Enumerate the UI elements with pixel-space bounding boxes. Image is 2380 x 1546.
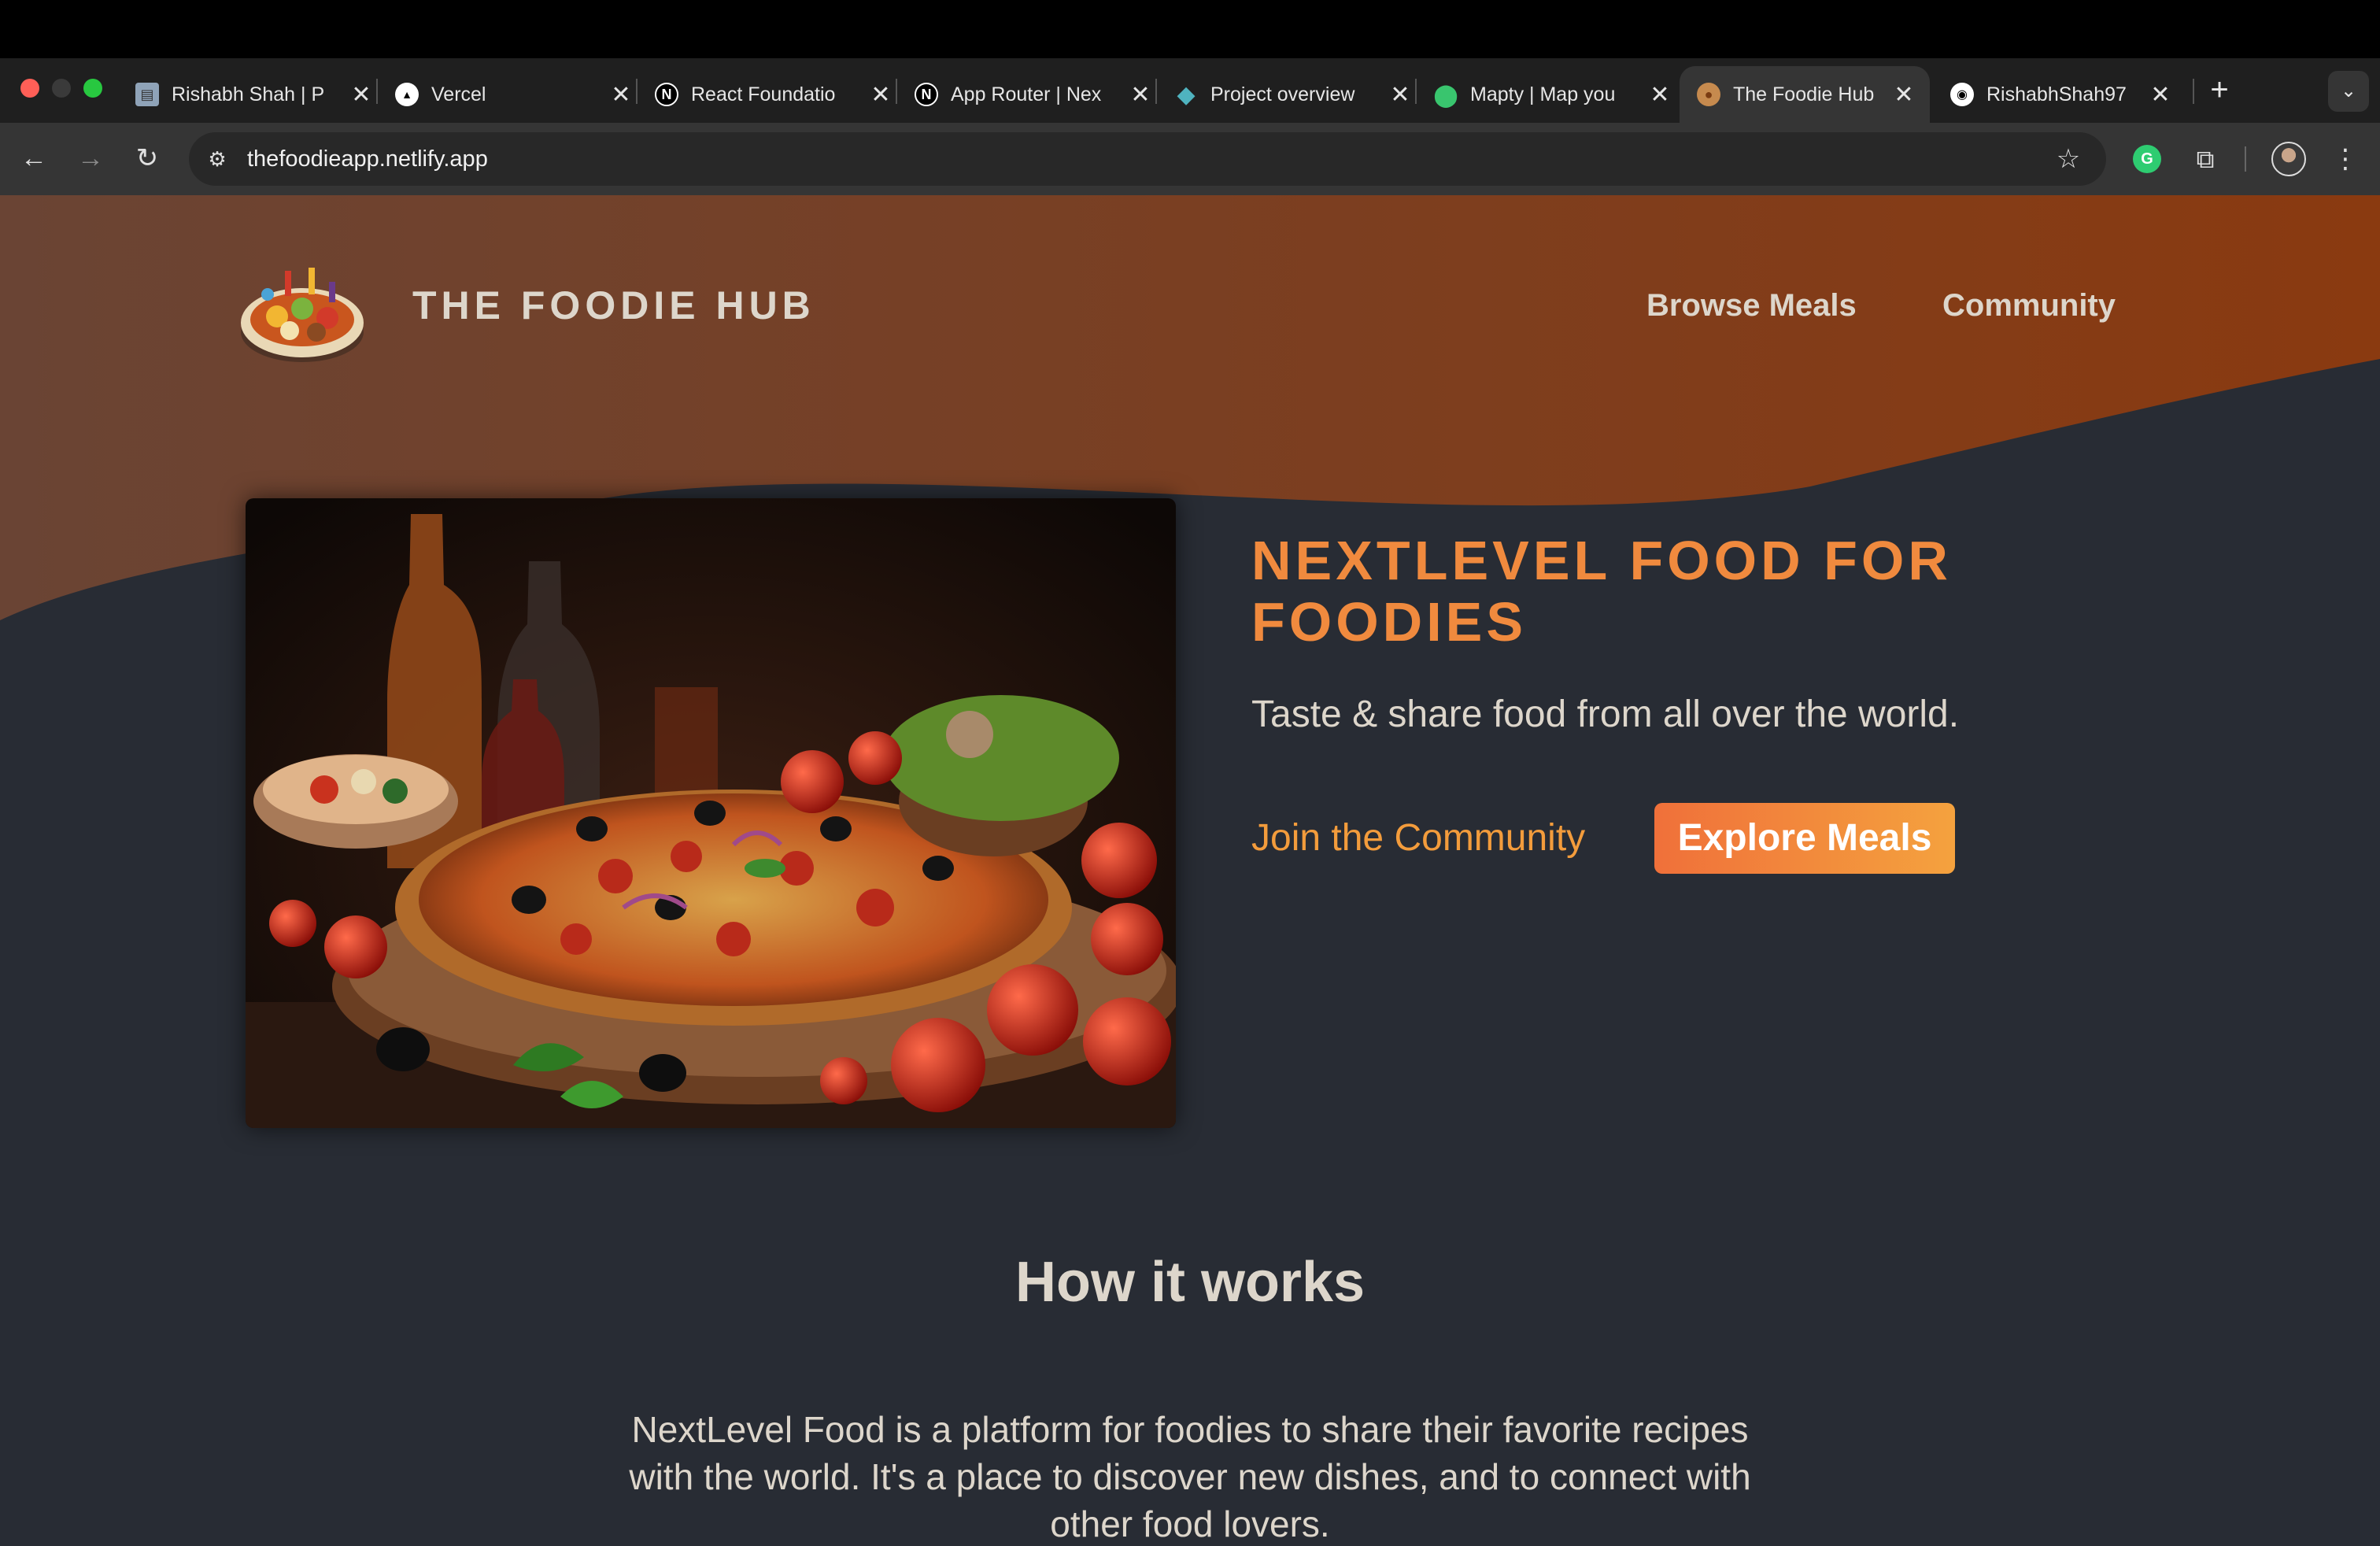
tab-app-router[interactable]: N App Router | Nex ✕ [915, 66, 1166, 123]
nextjs-icon: N [915, 83, 938, 106]
tab-separator [1155, 79, 1157, 104]
new-tab-button[interactable]: + [2204, 74, 2235, 105]
zoom-window-button[interactable] [83, 79, 102, 98]
close-tab-icon[interactable]: ✕ [609, 81, 633, 109]
close-tab-icon[interactable]: ✕ [1648, 81, 1672, 109]
tab-separator [1415, 79, 1417, 104]
tab-react-foundation[interactable]: N React Foundatio ✕ [655, 66, 907, 123]
tab-title: Rishabh Shah | P [172, 83, 325, 105]
tab-separator [2193, 79, 2194, 104]
how-it-works-line: with the world. It's a place to discover… [629, 1456, 1751, 1497]
nav-community[interactable]: Community [1942, 283, 2116, 327]
tab-foodie-hub[interactable]: ● The Foodie Hub ✕ [1680, 66, 1930, 123]
site-settings-icon[interactable]: ⚙ [201, 143, 233, 175]
tab-github[interactable]: ◉ RishabhShah97 ✕ [1950, 66, 2186, 123]
tab-vercel[interactable]: ▲ Vercel ✕ [395, 66, 647, 123]
how-it-works-text: NextLevel Food is a platform for foodies… [560, 1406, 1820, 1546]
brand-name[interactable]: THE FOODIE HUB [412, 282, 815, 329]
tab-project-overview[interactable]: ◆ Project overview ✕ [1174, 66, 1426, 123]
hero-title-line-1: NEXTLEVEL FOOD FOR [1251, 530, 1952, 591]
map-pin-icon: ⬤ [1433, 82, 1458, 107]
close-tab-icon[interactable]: ✕ [1892, 81, 1916, 109]
reload-icon[interactable]: ↻ [129, 140, 165, 176]
url-text[interactable]: thefoodieapp.netlify.app [247, 143, 488, 175]
nextjs-icon: N [655, 83, 678, 106]
page-content: THE FOODIE HUB Browse Meals Community NE… [0, 195, 2380, 1546]
nav-browse-meals[interactable]: Browse Meals [1646, 283, 1857, 327]
tab-separator [376, 79, 378, 104]
close-tab-icon[interactable]: ✕ [2149, 81, 2172, 109]
close-tab-icon[interactable]: ✕ [869, 81, 893, 109]
how-it-works-line: NextLevel Food is a platform for foodies… [631, 1409, 1749, 1450]
tab-portfolio[interactable]: ▤ Rishabh Shah | P ✕ [135, 66, 387, 123]
back-arrow-icon[interactable]: ← [16, 140, 52, 176]
tab-title: Project overview [1210, 83, 1355, 105]
github-icon: ◉ [1950, 83, 1974, 106]
tab-separator [636, 79, 638, 104]
vercel-triangle-icon: ▲ [395, 83, 419, 106]
tab-title: Vercel [431, 83, 486, 105]
more-menu-icon[interactable]: ⋮ [2330, 142, 2361, 176]
how-it-works-heading: How it works [1014, 1251, 1366, 1314]
extension-grammarly-icon[interactable]: G [2133, 145, 2161, 173]
close-tab-icon[interactable]: ✕ [1388, 81, 1412, 109]
join-community-link[interactable]: Join the Community [1251, 812, 1585, 864]
tab-title: Mapty | Map you [1470, 83, 1616, 105]
tab-title: App Router | Nex [951, 83, 1102, 105]
site-logo-icon[interactable] [236, 250, 368, 368]
tab-title: The Foodie Hub [1733, 83, 1875, 105]
close-window-button[interactable] [20, 79, 39, 98]
hero-title: NEXTLEVEL FOOD FOR FOODIES [1251, 530, 2038, 653]
hero-subtitle: Taste & share food from all over the wor… [1251, 693, 1960, 735]
toolbar-divider [2245, 146, 2246, 172]
extensions-puzzle-icon[interactable]: ⧉ [2188, 142, 2223, 176]
bookmark-star-icon[interactable]: ☆ [2051, 142, 2086, 176]
minimize-window-button[interactable] [52, 79, 71, 98]
tab-separator [896, 79, 897, 104]
tab-title: RishabhShah97 [1986, 83, 2127, 105]
food-favicon-icon: ● [1697, 83, 1720, 106]
hero-title-line-2: FOODIES [1251, 591, 1528, 653]
menu-bar-area [0, 0, 2380, 58]
diamond-icon: ◆ [1177, 81, 1196, 108]
hero-pizza-image [246, 498, 1176, 1128]
pizza-illustration [246, 498, 1176, 1128]
tab-search-button[interactable]: ⌄ [2328, 71, 2369, 112]
close-tab-icon[interactable]: ✕ [1129, 81, 1152, 109]
tab-title: React Foundatio [691, 83, 836, 105]
how-it-works-line: other food lovers. [1050, 1503, 1330, 1544]
profile-avatar[interactable] [2271, 142, 2306, 176]
forward-arrow-icon[interactable]: → [72, 140, 109, 176]
tab-mapty[interactable]: ⬤ Mapty | Map you ✕ [1433, 66, 1686, 123]
portfolio-favicon-icon: ▤ [135, 83, 159, 106]
explore-meals-button[interactable]: Explore Meals [1654, 803, 1955, 874]
close-tab-icon[interactable]: ✕ [349, 81, 373, 109]
